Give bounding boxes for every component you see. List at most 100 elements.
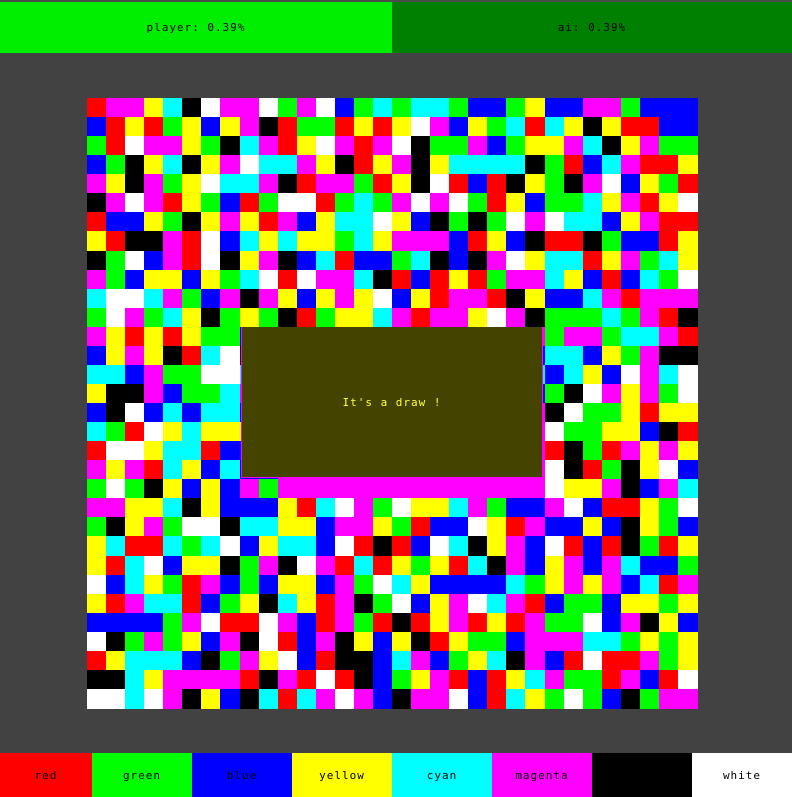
board-cell (106, 193, 126, 213)
board-cell (144, 136, 164, 156)
board-cell (563, 364, 584, 385)
board-cell (620, 136, 641, 156)
board-cell (239, 688, 260, 709)
board-cell (144, 345, 164, 366)
board-cell (125, 193, 145, 213)
board-cell (658, 269, 679, 290)
board-cell (544, 574, 565, 595)
board-cell (315, 498, 336, 518)
board-cell (239, 631, 260, 652)
board-cell (201, 669, 222, 690)
board-cell (201, 593, 222, 614)
board-cell (201, 612, 222, 633)
board-cell (182, 460, 202, 480)
color-button-yellow[interactable]: yellow (292, 753, 392, 797)
board-cell (411, 688, 431, 709)
board-cell (468, 117, 488, 137)
board-cell (372, 288, 393, 309)
board-cell (220, 650, 241, 671)
color-button-red[interactable]: red (0, 753, 92, 797)
board-cell (353, 98, 374, 118)
board-cell (239, 136, 260, 156)
board-cell (506, 669, 527, 690)
board-cell (125, 212, 145, 233)
board-cell (468, 498, 488, 518)
board-cell (144, 403, 164, 423)
board-cell (430, 593, 450, 614)
board-cell (468, 288, 488, 309)
color-button-blue[interactable]: blue (192, 753, 292, 797)
board-cell (677, 650, 698, 671)
board-cell (506, 612, 527, 633)
board-cell (449, 612, 469, 633)
board-cell (106, 117, 126, 137)
board-cell (525, 231, 546, 252)
board-cell (639, 593, 660, 614)
result-dialog: It's a draw ! (241, 327, 543, 478)
board-cell (487, 231, 507, 252)
board-cell (487, 117, 507, 137)
board-cell (144, 193, 164, 213)
board-cell (296, 517, 317, 538)
board-cell (106, 460, 126, 480)
board-cell (620, 517, 641, 538)
board-cell (468, 479, 488, 499)
board-cell (220, 345, 241, 366)
board-cell (544, 593, 565, 614)
board-cell (563, 403, 584, 423)
board-cell (258, 307, 279, 328)
board-cell (411, 174, 431, 194)
board-cell (220, 383, 241, 404)
board-cell (487, 498, 507, 518)
board-cell (639, 669, 660, 690)
color-button-white[interactable]: white (692, 753, 792, 797)
board-cell (258, 593, 279, 614)
board-cell (677, 288, 698, 309)
board-cell (525, 136, 546, 156)
board-cell (106, 364, 126, 385)
board-cell (353, 650, 374, 671)
board-cell (639, 117, 660, 137)
board-cell (163, 631, 183, 652)
board-cell (563, 460, 584, 480)
board-cell (182, 555, 202, 576)
board-cell (277, 593, 298, 614)
color-button-magenta[interactable]: magenta (492, 753, 592, 797)
board-cell (201, 498, 222, 518)
board-cell (258, 517, 279, 538)
board-cell (277, 212, 298, 233)
board-cell (487, 98, 507, 118)
color-button-black[interactable]: black (592, 753, 692, 797)
board-cell (449, 307, 469, 328)
board-cell (182, 231, 202, 252)
board-cell (372, 117, 393, 137)
board-cell (106, 517, 126, 538)
board-cell (106, 688, 126, 709)
board-cell (106, 612, 126, 633)
board-cell (201, 136, 222, 156)
board-cell (411, 288, 431, 309)
board-cell (449, 555, 469, 576)
board-cell (125, 688, 145, 709)
board-cell (487, 269, 507, 290)
board-cell (201, 536, 222, 557)
color-button-green[interactable]: green (92, 753, 192, 797)
board-cell (87, 288, 107, 309)
board-cell (411, 479, 431, 499)
board-cell (544, 174, 565, 194)
board-cell (106, 269, 126, 290)
board-cell (544, 612, 565, 633)
board-cell (544, 555, 565, 576)
board-cell (487, 669, 507, 690)
board-cell (144, 269, 164, 290)
board-cell (639, 383, 660, 404)
board-cell (392, 212, 412, 233)
board-cell (620, 98, 641, 118)
board-cell (582, 98, 603, 118)
color-button-cyan[interactable]: cyan (392, 753, 492, 797)
board-cell (639, 403, 660, 423)
board-cell (449, 98, 469, 118)
board-cell (468, 555, 488, 576)
board-cell (334, 574, 355, 595)
board-cell (601, 364, 622, 385)
